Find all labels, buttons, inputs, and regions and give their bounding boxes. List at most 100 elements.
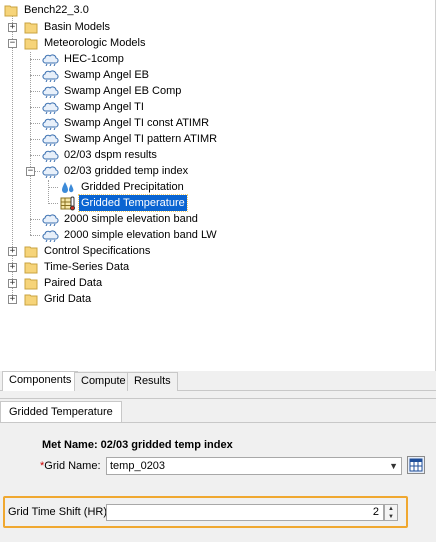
tree-item-label: Swamp Angel TI pattern ATIMR bbox=[64, 133, 218, 145]
tree-item-meteorologic-models[interactable]: Meteorologic Models bbox=[24, 35, 148, 51]
precipitation-icon bbox=[60, 179, 76, 195]
tree-item-label: Time-Series Data bbox=[44, 261, 130, 273]
meteorologic-model-icon bbox=[42, 132, 60, 147]
tree-item-label: Swamp Angel TI bbox=[64, 101, 144, 113]
tree-item-basin-models[interactable]: Basin Models bbox=[24, 19, 112, 35]
grid-name-select[interactable]: temp_0203 ▼ bbox=[106, 457, 402, 475]
tree-item-met-model[interactable]: 2000 simple elevation band LW bbox=[42, 227, 219, 243]
expand-toggle-time-series[interactable]: + bbox=[8, 263, 17, 272]
tree-item-label: Meteorologic Models bbox=[44, 37, 146, 49]
folder-icon bbox=[24, 244, 38, 258]
meteorologic-model-icon bbox=[42, 52, 60, 67]
tree-item-control-specifications[interactable]: Control Specifications bbox=[24, 243, 152, 259]
tree-item-label: Gridded Precipitation bbox=[81, 181, 184, 193]
collapse-toggle-gridded-temp-index[interactable]: − bbox=[26, 167, 35, 176]
met-name-heading: Met Name: 02/03 gridded temp index bbox=[42, 439, 233, 451]
spinner-up-icon[interactable]: ▲ bbox=[385, 505, 397, 513]
tree-item-met-model[interactable]: Swamp Angel TI pattern ATIMR bbox=[42, 131, 219, 147]
component-tree[interactable]: Bench22_3.0 + Basin Models − Meteorologi… bbox=[0, 0, 436, 371]
grid-time-shift-input[interactable]: 2 bbox=[106, 504, 384, 521]
folder-icon bbox=[24, 276, 38, 290]
meteorologic-model-icon bbox=[42, 228, 60, 243]
tree-line bbox=[30, 52, 31, 235]
component-editor: Gridded Temperature Met Name: 02/03 grid… bbox=[0, 398, 436, 542]
expand-toggle-grid-data[interactable]: + bbox=[8, 295, 17, 304]
component-tabs: Components Compute Results bbox=[0, 371, 436, 392]
expand-toggle-control-specs[interactable]: + bbox=[8, 247, 17, 256]
tree-line bbox=[30, 59, 40, 60]
tree-root-label: Bench22_3.0 bbox=[24, 4, 89, 16]
tree-root[interactable]: Bench22_3.0 bbox=[4, 2, 91, 18]
tree-item-met-model[interactable]: Swamp Angel EB bbox=[42, 67, 151, 83]
tree-line bbox=[48, 180, 49, 202]
tree-line bbox=[30, 155, 40, 156]
tree-line bbox=[30, 123, 40, 124]
tree-item-gridded-temperature[interactable]: Gridded Temperature bbox=[60, 194, 188, 212]
tree-line bbox=[48, 203, 58, 204]
grid-name-label-text: Grid Name: bbox=[44, 460, 101, 472]
tree-item-label: Paired Data bbox=[44, 277, 103, 289]
tab-components[interactable]: Components bbox=[2, 371, 79, 392]
grid-time-shift-label: Grid Time Shift (HR) bbox=[8, 506, 108, 518]
tree-item-label: 02/03 gridded temp index bbox=[64, 165, 189, 177]
tree-item-label: 02/03 dspm results bbox=[64, 149, 157, 161]
meteorologic-model-icon bbox=[42, 116, 60, 131]
thermometer-grid-icon bbox=[60, 195, 76, 211]
tree-line bbox=[30, 139, 40, 140]
folder-icon bbox=[24, 260, 38, 274]
tree-item-paired-data[interactable]: Paired Data bbox=[24, 275, 104, 291]
meteorologic-model-icon bbox=[42, 84, 60, 99]
tree-line bbox=[30, 107, 40, 108]
tree-line bbox=[48, 187, 58, 188]
collapse-toggle-met-models[interactable]: − bbox=[8, 39, 17, 48]
grid-data-manager-button[interactable] bbox=[407, 456, 425, 474]
tree-item-label: HEC-1comp bbox=[64, 53, 124, 65]
tree-item-label: 2000 simple elevation band LW bbox=[64, 229, 217, 241]
grid-name-label: *Grid Name: bbox=[40, 460, 101, 472]
meteorologic-model-icon bbox=[42, 164, 60, 179]
tree-line bbox=[30, 219, 40, 220]
expand-toggle-basin-models[interactable]: + bbox=[8, 23, 17, 32]
tree-line bbox=[30, 75, 40, 76]
expand-toggle-paired-data[interactable]: + bbox=[8, 279, 17, 288]
tab-gridded-temperature[interactable]: Gridded Temperature bbox=[0, 401, 122, 423]
spinner-down-icon[interactable]: ▼ bbox=[385, 513, 397, 521]
editor-body: Met Name: 02/03 gridded temp index *Grid… bbox=[0, 422, 436, 542]
tree-line bbox=[30, 235, 40, 236]
folder-icon bbox=[24, 292, 38, 306]
tree-item-gridded-precipitation[interactable]: Gridded Precipitation bbox=[60, 179, 186, 195]
tree-item-met-model[interactable]: HEC-1comp bbox=[42, 51, 126, 67]
tree-item-met-model[interactable]: 02/03 gridded temp index bbox=[42, 163, 190, 179]
tree-item-label: Basin Models bbox=[44, 21, 111, 33]
meteorologic-model-icon bbox=[42, 100, 60, 115]
tree-item-met-model[interactable]: 02/03 dspm results bbox=[42, 147, 159, 163]
tree-item-grid-data[interactable]: Grid Data bbox=[24, 291, 93, 307]
grid-time-shift-spinner[interactable]: ▲ ▼ bbox=[384, 504, 398, 521]
tree-item-met-model[interactable]: Swamp Angel EB Comp bbox=[42, 83, 183, 99]
tree-item-label: Swamp Angel EB Comp bbox=[64, 85, 182, 97]
meteorologic-model-icon bbox=[42, 68, 60, 83]
tree-item-time-series-data[interactable]: Time-Series Data bbox=[24, 259, 131, 275]
meteorologic-model-icon bbox=[42, 148, 60, 163]
tree-item-label: Grid Data bbox=[44, 293, 92, 305]
meteorologic-model-icon bbox=[42, 212, 60, 227]
folder-open-icon bbox=[24, 36, 38, 50]
tree-item-label: Gridded Temperature bbox=[78, 194, 188, 212]
tree-line bbox=[30, 91, 40, 92]
tree-item-label: Swamp Angel EB bbox=[64, 69, 149, 81]
tree-item-met-model[interactable]: Swamp Angel TI const ATIMR bbox=[42, 115, 211, 131]
tree-item-met-model[interactable]: Swamp Angel TI bbox=[42, 99, 146, 115]
splitter[interactable] bbox=[0, 391, 436, 398]
folder-icon bbox=[4, 3, 18, 17]
tree-item-label: 2000 simple elevation band bbox=[64, 213, 198, 225]
grid-name-value: temp_0203 bbox=[110, 460, 166, 472]
tree-line bbox=[12, 16, 13, 299]
tab-compute[interactable]: Compute bbox=[74, 372, 133, 391]
chevron-down-icon: ▼ bbox=[389, 461, 398, 471]
tree-item-label: Control Specifications bbox=[44, 245, 151, 257]
table-grid-icon bbox=[409, 458, 423, 472]
tab-results[interactable]: Results bbox=[127, 372, 178, 391]
folder-icon bbox=[24, 20, 38, 34]
tree-item-met-model[interactable]: 2000 simple elevation band bbox=[42, 211, 200, 227]
tree-item-label: Swamp Angel TI const ATIMR bbox=[64, 117, 210, 129]
